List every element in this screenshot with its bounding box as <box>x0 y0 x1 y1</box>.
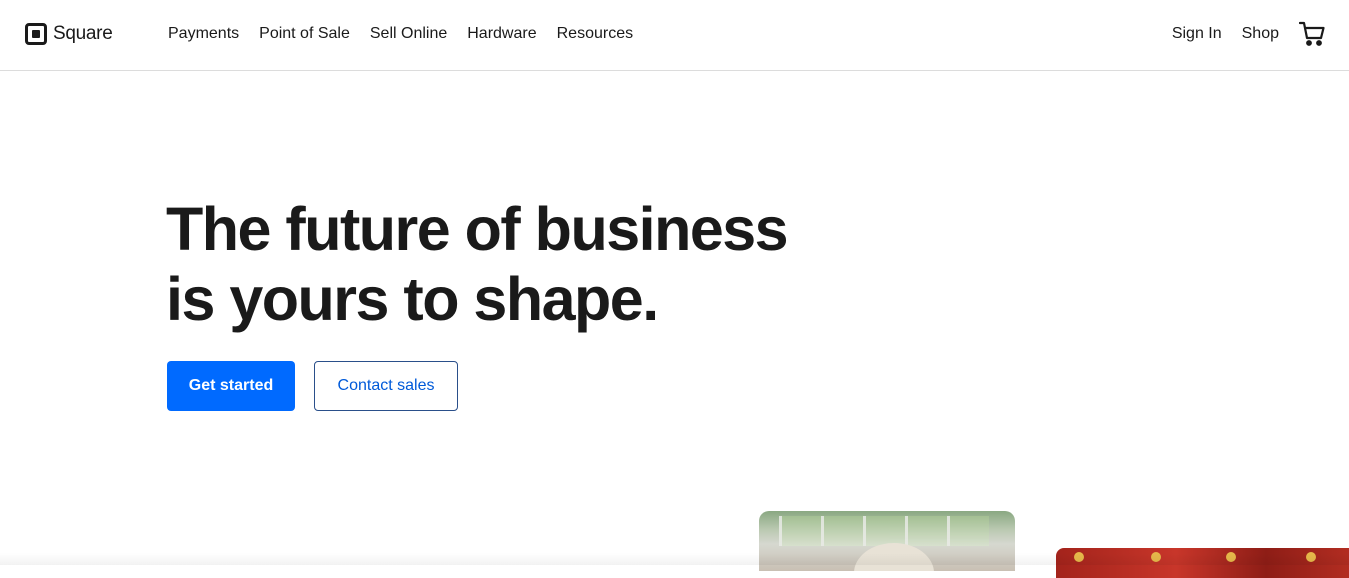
page-fold-shadow <box>0 553 1349 565</box>
contact-sales-button[interactable]: Contact sales <box>314 361 458 411</box>
sign-in-link[interactable]: Sign In <box>1172 20 1222 48</box>
main-nav: Payments Point of Sale Sell Online Hardw… <box>168 24 653 44</box>
hero-title: The future of business is yours to shape… <box>166 194 866 334</box>
photo-window <box>779 516 989 546</box>
shop-link[interactable]: Shop <box>1242 20 1279 48</box>
hero-title-line-2: is yours to shape. <box>166 265 659 333</box>
nav-item-resources[interactable]: Resources <box>557 24 633 44</box>
header-actions: Sign In Shop <box>1152 20 1325 48</box>
brand-name: Square <box>53 23 113 44</box>
square-logo-link[interactable]: Square <box>25 22 113 46</box>
site-header: Square Payments Point of Sale Sell Onlin… <box>0 0 1349 71</box>
nav-item-hardware[interactable]: Hardware <box>467 24 536 44</box>
cart-icon[interactable] <box>1298 21 1325 47</box>
hero-title-line-1: The future of business <box>166 195 789 263</box>
nav-item-sell-online[interactable]: Sell Online <box>370 24 447 44</box>
square-logo-icon <box>25 23 47 45</box>
nav-item-payments[interactable]: Payments <box>168 24 239 44</box>
nav-item-point-of-sale[interactable]: Point of Sale <box>259 24 350 44</box>
get-started-button[interactable]: Get started <box>167 361 295 411</box>
